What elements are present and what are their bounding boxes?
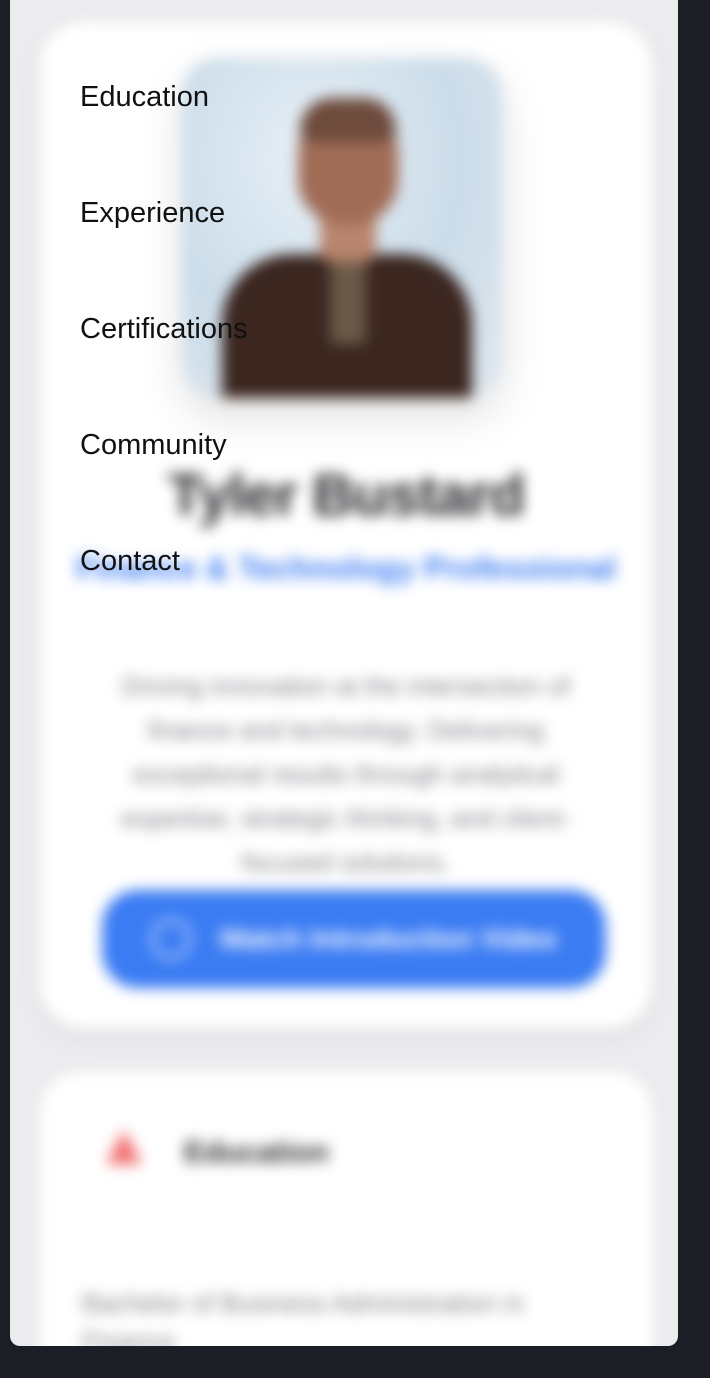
nav-item-contact[interactable]: Contact [80,540,248,582]
education-icon [106,1130,142,1164]
education-degree: Bachelor of Business Administration in F… [82,1288,525,1346]
hero-bio: Driving innovation at the intersection o… [121,671,571,877]
watch-video-label: Watch Introduction Video [219,923,557,954]
navigation-menu: Education Experience Certifications Comm… [80,76,248,656]
education-card: Education Bachelor of Business Administr… [40,1072,652,1346]
nav-item-education[interactable]: Education [80,76,248,118]
watch-video-button[interactable]: Watch Introduction Video [102,890,606,988]
education-heading: Education [184,1136,330,1169]
nav-item-certifications[interactable]: Certifications [80,308,248,350]
play-icon [151,919,192,959]
browser-viewport: Tyler Bustard Finance & Technology Profe… [10,0,678,1346]
nav-item-community[interactable]: Community [80,424,248,466]
nav-item-experience[interactable]: Experience [80,192,248,234]
